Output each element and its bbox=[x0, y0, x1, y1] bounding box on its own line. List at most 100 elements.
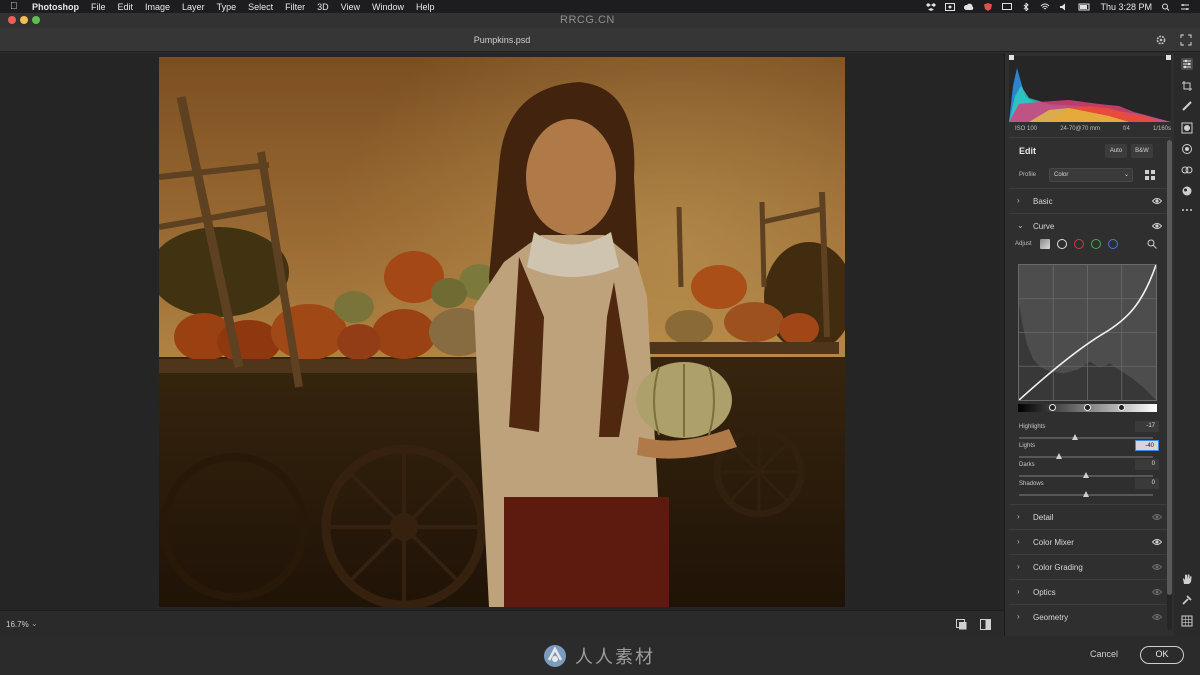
ok-button[interactable]: OK bbox=[1140, 646, 1184, 664]
gear-icon[interactable] bbox=[1155, 34, 1167, 46]
zoom-level[interactable]: 16.7% bbox=[6, 620, 29, 629]
crop-icon[interactable] bbox=[1181, 80, 1193, 92]
screen-record-icon[interactable] bbox=[945, 2, 956, 11]
healing-brush-icon[interactable] bbox=[1181, 100, 1193, 112]
tone-curve-graph[interactable] bbox=[1018, 264, 1157, 401]
cancel-button[interactable]: Cancel bbox=[1090, 649, 1118, 659]
visibility-eye-icon[interactable] bbox=[1152, 588, 1162, 596]
shadow-clipping-warning-icon[interactable] bbox=[1009, 55, 1014, 60]
menu-filter[interactable]: Filter bbox=[285, 2, 305, 12]
point-curve-blue-button[interactable] bbox=[1108, 239, 1118, 249]
visibility-eye-icon[interactable] bbox=[1152, 538, 1162, 546]
minimize-window-button[interactable] bbox=[20, 16, 28, 24]
hand-tool-icon[interactable] bbox=[1181, 573, 1193, 585]
section-curve[interactable]: ⌄ Curve bbox=[1009, 215, 1167, 237]
menu-type[interactable]: Type bbox=[217, 2, 237, 12]
window-titlebar: RRCG.CN bbox=[0, 13, 1200, 28]
split-point-handle-shadows[interactable] bbox=[1049, 404, 1056, 411]
parametric-curve-button[interactable] bbox=[1040, 239, 1050, 249]
menu-file[interactable]: File bbox=[91, 2, 106, 12]
auto-button[interactable]: Auto bbox=[1105, 144, 1127, 158]
presets-icon[interactable] bbox=[1181, 185, 1193, 197]
edit-sliders-icon[interactable] bbox=[1181, 58, 1193, 70]
snapshots-icon[interactable] bbox=[1181, 164, 1193, 176]
visibility-eye-icon[interactable] bbox=[1152, 197, 1162, 205]
fullscreen-icon[interactable] bbox=[1180, 34, 1192, 46]
dropbox-icon[interactable] bbox=[926, 2, 937, 11]
split-point-handle-highlights[interactable] bbox=[1118, 404, 1125, 411]
menu-edit[interactable]: Edit bbox=[118, 2, 134, 12]
section-color-grading[interactable]: › Color Grading bbox=[1009, 556, 1167, 578]
section-detail[interactable]: › Detail bbox=[1009, 506, 1167, 528]
menu-window[interactable]: Window bbox=[372, 2, 404, 12]
visibility-eye-icon[interactable] bbox=[1152, 563, 1162, 571]
volume-icon[interactable] bbox=[1059, 3, 1069, 11]
slider-track[interactable] bbox=[1019, 456, 1153, 458]
section-color-mixer[interactable]: › Color Mixer bbox=[1009, 531, 1167, 553]
wifi-icon[interactable] bbox=[1040, 3, 1050, 11]
grid-overlay-icon[interactable] bbox=[1181, 615, 1193, 627]
control-center-icon[interactable] bbox=[1180, 3, 1190, 11]
photoshop-camera-raw-window:  Photoshop File Edit Image Layer Type S… bbox=[0, 0, 1200, 675]
more-options-icon[interactable] bbox=[1181, 204, 1193, 216]
battery-icon[interactable] bbox=[1078, 3, 1091, 11]
slider-value-input[interactable]: -40 bbox=[1135, 440, 1159, 451]
bluetooth-icon[interactable] bbox=[1021, 2, 1031, 11]
profile-dropdown[interactable]: Color ⌄ bbox=[1049, 168, 1133, 182]
scrollbar-thumb[interactable] bbox=[1167, 140, 1172, 595]
menu-view[interactable]: View bbox=[341, 2, 360, 12]
menu-image[interactable]: Image bbox=[145, 2, 170, 12]
menu-help[interactable]: Help bbox=[416, 2, 435, 12]
menu-layer[interactable]: Layer bbox=[182, 2, 205, 12]
menu-select[interactable]: Select bbox=[248, 2, 273, 12]
slider-label: Lights bbox=[1019, 443, 1036, 449]
point-curve-green-button[interactable] bbox=[1091, 239, 1101, 249]
point-curve-red-button[interactable] bbox=[1074, 239, 1084, 249]
clock[interactable]: Thu 3:28 PM bbox=[1100, 2, 1152, 12]
menu-3d[interactable]: 3D bbox=[317, 2, 329, 12]
slider-thumb[interactable] bbox=[1072, 434, 1079, 440]
point-curve-white-button[interactable] bbox=[1057, 239, 1067, 249]
chevron-right-icon: › bbox=[1017, 587, 1020, 596]
slider-value-input[interactable]: 0 bbox=[1135, 459, 1159, 470]
menu-app[interactable]: Photoshop bbox=[32, 2, 79, 12]
section-optics[interactable]: › Optics bbox=[1009, 581, 1167, 603]
visibility-eye-icon[interactable] bbox=[1152, 513, 1162, 521]
dialog-footer: 人人素材 Cancel OK bbox=[0, 636, 1200, 675]
panel-scrollbar[interactable] bbox=[1167, 140, 1172, 630]
zoom-dropdown-icon[interactable]: ⌄ bbox=[31, 619, 38, 628]
close-window-button[interactable] bbox=[8, 16, 16, 24]
profile-browser-icon[interactable] bbox=[1145, 170, 1155, 180]
targeted-adjustment-icon[interactable] bbox=[1147, 239, 1157, 249]
display-icon[interactable] bbox=[1002, 2, 1013, 11]
before-after-icon[interactable] bbox=[980, 619, 991, 630]
red-eye-icon[interactable] bbox=[1181, 143, 1193, 155]
document-header: Pumpkins.psd bbox=[0, 28, 1200, 52]
slider-thumb[interactable] bbox=[1083, 491, 1089, 497]
spotlight-search-icon[interactable] bbox=[1161, 3, 1171, 11]
visibility-eye-icon[interactable] bbox=[1152, 613, 1162, 621]
visibility-eye-icon[interactable] bbox=[1152, 222, 1162, 230]
section-geometry[interactable]: › Geometry bbox=[1009, 606, 1167, 628]
apple-menu-icon[interactable]:  bbox=[10, 1, 24, 12]
slider-value-input[interactable]: -17 bbox=[1135, 421, 1159, 432]
creative-cloud-icon[interactable] bbox=[964, 3, 974, 11]
highlight-clipping-warning-icon[interactable] bbox=[1166, 55, 1171, 60]
slider-shadows[interactable]: Shadows 0 bbox=[1019, 478, 1159, 501]
zoom-window-button[interactable] bbox=[32, 16, 40, 24]
preview-photo[interactable] bbox=[159, 57, 845, 607]
shield-icon[interactable] bbox=[983, 2, 993, 11]
exif-shutter: 1/160s bbox=[1152, 126, 1171, 132]
slider-track[interactable] bbox=[1019, 437, 1153, 439]
slider-thumb[interactable] bbox=[1083, 472, 1089, 478]
slider-value-input[interactable]: 0 bbox=[1135, 478, 1159, 489]
compare-icon[interactable] bbox=[956, 619, 967, 630]
exif-info: ISO 100 24-70@70 mm f/4 1/160s bbox=[1015, 126, 1171, 132]
section-basic[interactable]: › Basic bbox=[1009, 190, 1167, 212]
canvas-area[interactable] bbox=[0, 53, 1004, 610]
sampler-tool-icon[interactable] bbox=[1181, 594, 1193, 606]
split-point-handle-midtones[interactable] bbox=[1084, 404, 1091, 411]
black-white-button[interactable]: B&W bbox=[1131, 144, 1153, 158]
masking-icon[interactable] bbox=[1181, 122, 1193, 134]
slider-thumb[interactable] bbox=[1056, 453, 1063, 459]
